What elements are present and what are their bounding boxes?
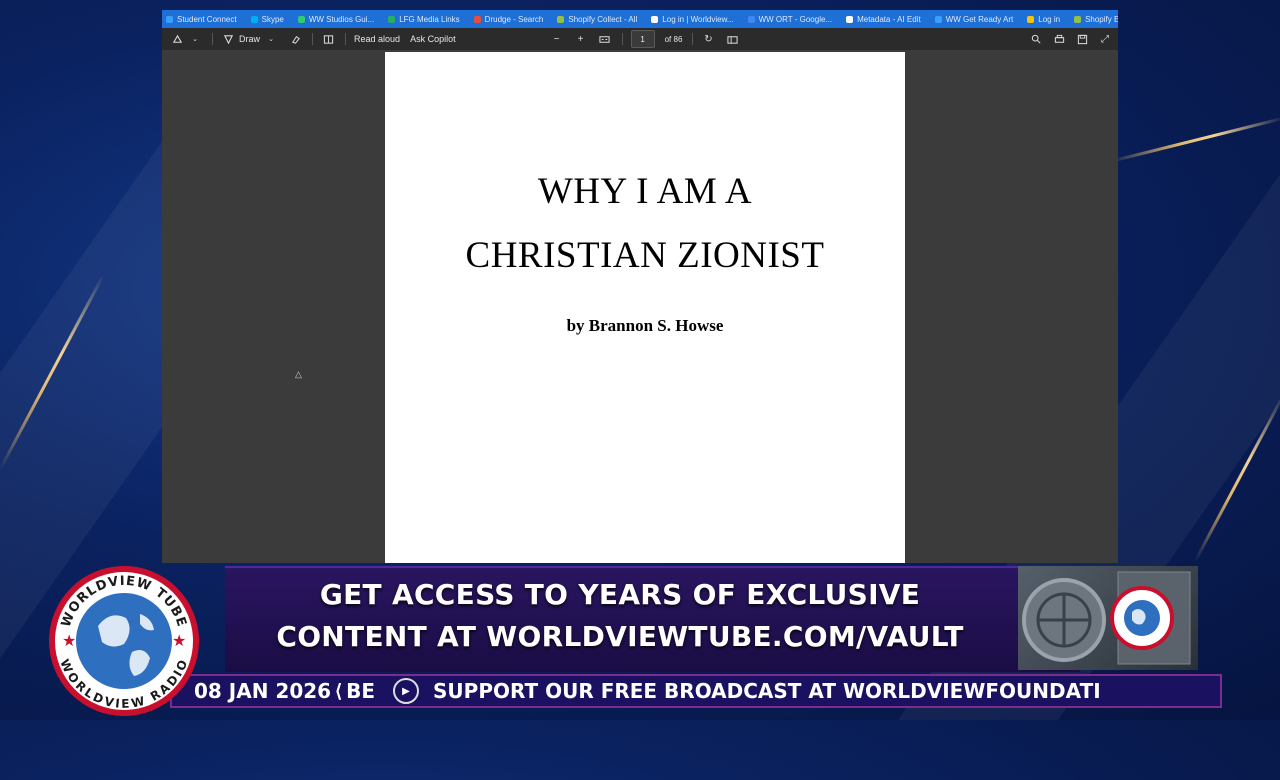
bookmark-favicon-icon xyxy=(1027,15,1035,23)
document-byline: by Brannon S. Howse xyxy=(566,316,724,335)
document-title-line-2: CHRISTIAN ZIONIST xyxy=(465,235,825,276)
bookmark-label: Log in | Worldview... xyxy=(662,14,734,24)
draw-button[interactable]: Draw ⌄ xyxy=(221,32,278,46)
draw-icon xyxy=(221,32,235,46)
bookmark-item[interactable]: Shopify Collect - All xyxy=(557,15,637,24)
ask-copilot-button[interactable]: Ask Copilot xyxy=(410,34,456,44)
highlight-tool-button[interactable]: ⌄ xyxy=(170,32,202,46)
bookmark-item[interactable]: Drudge - Search xyxy=(473,14,544,24)
page-total-label: of 86 xyxy=(664,34,683,44)
zoom-out-button[interactable]: − xyxy=(550,32,564,46)
fullscreen-icon[interactable]: ⤢ xyxy=(1098,32,1112,46)
bookmark-favicon-icon xyxy=(934,15,942,23)
bookmark-favicon-icon xyxy=(747,15,755,23)
bookmark-favicon-icon xyxy=(297,15,305,23)
svg-text:★: ★ xyxy=(172,631,186,650)
toolbar-divider xyxy=(692,33,694,45)
two-page-icon xyxy=(725,32,739,46)
minus-icon: − xyxy=(553,33,560,45)
bookmark-item[interactable]: Shopify Edi... xyxy=(1074,15,1118,24)
bookmark-favicon-icon xyxy=(846,15,854,23)
pdf-page: WHY I AM A CHRISTIAN ZIONIST by Brannon … xyxy=(385,52,905,563)
page-view-icon xyxy=(321,32,335,46)
rotate-icon: ↻ xyxy=(704,33,713,45)
bookmark-favicon-icon xyxy=(250,15,258,23)
print-icon[interactable] xyxy=(1052,32,1066,46)
bookmark-label: Shopify Collect - All xyxy=(568,14,638,24)
bookmark-label: Drudge - Search xyxy=(484,14,544,24)
plus-icon: + xyxy=(577,33,584,45)
draw-label: Draw xyxy=(239,34,261,44)
toolbar-divider xyxy=(312,33,314,45)
toolbar-divider xyxy=(212,33,213,45)
vault-door-icon xyxy=(1022,571,1191,665)
bookmark-favicon-icon xyxy=(1074,15,1082,23)
toolbar-divider xyxy=(621,33,623,45)
bookmark-item[interactable]: WW ORT - Google... xyxy=(747,14,833,24)
bookmark-label: Student Connect xyxy=(177,14,237,24)
eraser-icon xyxy=(288,32,302,46)
chevron-down-icon[interactable]: ⌄ xyxy=(264,32,278,46)
bookmark-item[interactable]: WW Get Ready Art xyxy=(934,14,1014,24)
bookmark-item[interactable]: Student Connect xyxy=(166,15,237,24)
save-icon[interactable] xyxy=(1075,32,1089,46)
read-aloud-button[interactable]: Read aloud xyxy=(354,34,400,44)
search-icon[interactable] xyxy=(1029,32,1043,46)
zoom-in-button[interactable]: + xyxy=(574,32,588,46)
page-layout-button[interactable] xyxy=(725,32,739,46)
bookmark-label: WW Get Ready Art xyxy=(945,14,1014,24)
banner-line-2: CONTENT AT WORLDVIEWTUBE.COM/VAULT xyxy=(276,620,964,653)
erase-button[interactable] xyxy=(288,32,302,46)
bookmark-label: Log in xyxy=(1038,14,1061,24)
ask-copilot-label: Ask Copilot xyxy=(410,34,456,44)
bookmark-item[interactable]: Metadata - AI Edit xyxy=(846,15,921,24)
page-number-input[interactable]: 1 xyxy=(630,30,655,48)
worldview-logo: ★ ★ WORLDVIEW TUBE WORLDVIEW RADIO xyxy=(46,566,202,716)
bookmark-favicon-icon xyxy=(388,15,396,23)
bookmark-favicon-icon xyxy=(166,15,173,23)
background-gold-line xyxy=(1109,116,1280,163)
bookmark-favicon-icon xyxy=(473,15,481,23)
bookmark-item[interactable]: Log in | Worldview... xyxy=(651,14,734,24)
play-circle-icon: ▶ xyxy=(393,678,420,704)
bookmark-item[interactable]: Skype xyxy=(250,14,284,24)
bookmarks-bar: Student Connect Skype WW Studios Gui... LFG… xyxy=(162,10,1118,28)
banner-line-1: GET ACCESS TO YEARS OF EXCLUSIVE xyxy=(319,578,921,611)
pdf-viewer: ⌄ Draw ⌄ Read aloud Ask Copilot − + 1 of… xyxy=(162,28,1118,563)
read-aloud-label: Read aloud xyxy=(354,34,401,44)
bookmark-label: LFG Media Links xyxy=(399,14,460,24)
toolbar-divider xyxy=(345,33,347,45)
bookmark-label: Skype xyxy=(261,14,284,24)
bookmark-label: WW Studios Gui... xyxy=(308,14,375,24)
vault-image xyxy=(1018,566,1198,670)
bookmark-label: WW ORT - Google... xyxy=(758,14,833,24)
bookmark-label: Metadata - AI Edit xyxy=(857,14,921,24)
page-navigator: 1 of 86 xyxy=(630,30,683,48)
ticker-message: SUPPORT OUR FREE BROADCAST AT WORLDVIEWF… xyxy=(433,679,1101,703)
bookmark-item[interactable]: Log in xyxy=(1027,15,1060,24)
mouse-cursor-icon: △ xyxy=(295,369,302,379)
highlighter-icon xyxy=(170,32,184,46)
ticker-fragment: BE xyxy=(346,679,376,703)
bookmark-item[interactable]: LFG Media Links xyxy=(388,14,460,24)
bookmark-favicon-icon xyxy=(651,15,659,23)
fit-page-button[interactable] xyxy=(598,32,612,46)
toolbar-right-group: ⤢ xyxy=(1029,32,1112,46)
news-ticker: 08 JAN 2026 ⟨ BE ▶ SUPPORT OUR FREE BROA… xyxy=(170,674,1222,708)
rotate-button[interactable]: ↻ xyxy=(701,32,715,46)
bookmark-favicon-icon xyxy=(557,15,565,23)
bookmark-label: Shopify Edi... xyxy=(1085,14,1118,24)
pdf-toolbar: ⌄ Draw ⌄ Read aloud Ask Copilot − + 1 of… xyxy=(162,28,1118,50)
fit-width-icon xyxy=(598,32,612,46)
bookmark-item[interactable]: WW Studios Gui... xyxy=(297,14,375,24)
view-button[interactable] xyxy=(321,32,335,46)
chevron-down-icon[interactable]: ⌄ xyxy=(188,32,202,46)
svg-text:★: ★ xyxy=(62,631,76,650)
document-title-line-1: WHY I AM A xyxy=(537,171,753,212)
ticker-separator-icon: ⟨ xyxy=(335,680,343,701)
